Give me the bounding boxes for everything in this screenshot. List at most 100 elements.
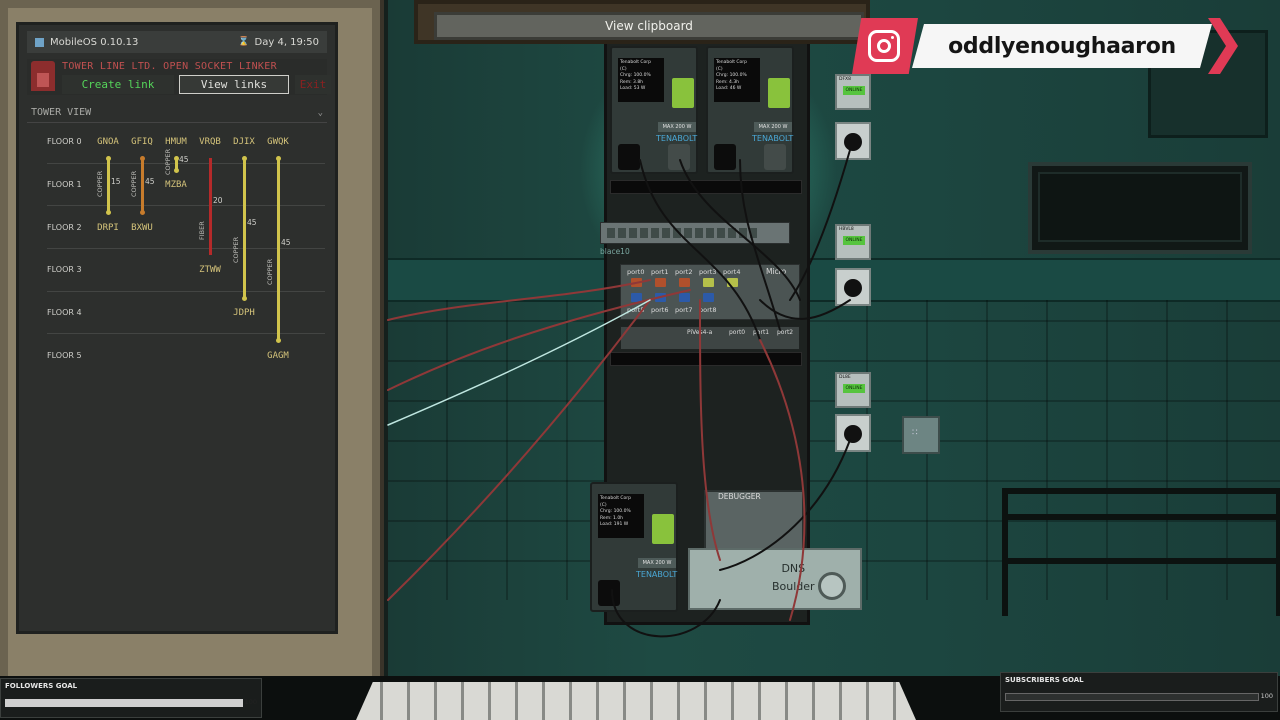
modem-port2-label: port2 [777, 329, 794, 336]
ups-c[interactable]: Tenabolt Corp (C) Chrg: 100.0% Rem: 1.0h… [590, 482, 678, 612]
floor-4-label: FLOOR 4 [47, 308, 82, 317]
link-vrqb-ztww[interactable] [209, 158, 212, 255]
create-link-button[interactable]: Create link [62, 75, 174, 94]
app-header: TOWER LINE LTD. OPEN SOCKET LINKER Creat… [27, 59, 331, 95]
node-djix[interactable]: DJIX [233, 137, 255, 147]
router-port3-label: port3 [699, 268, 717, 276]
wall-outlet-2[interactable] [835, 268, 871, 306]
floor-2-label: FLOOR 2 [47, 223, 82, 232]
workbench[interactable] [1002, 488, 1280, 616]
node-gagm[interactable]: GAGM [267, 351, 289, 361]
link-type-label: FIBER [198, 221, 206, 240]
subscribers-goal-title: SUBSCRIBERS GOAL [1005, 676, 1084, 684]
instagram-handle: oddlyenoughaaron [948, 33, 1176, 59]
router-port2[interactable] [679, 278, 690, 287]
hourglass-icon: ⌛ [238, 37, 250, 47]
node-mzba[interactable]: MZBA [165, 180, 187, 190]
switch-ports[interactable] [607, 228, 757, 238]
tower-view-header[interactable]: TOWER VIEW ⌄ [27, 103, 327, 123]
ups-b-outlet-2[interactable] [764, 144, 786, 170]
ups-a-outlet-1[interactable] [618, 144, 640, 170]
view-clipboard-button[interactable]: View clipboard [434, 12, 864, 40]
link-gwqk-gagm[interactable] [277, 158, 280, 340]
network-wall-plate[interactable]: ∷ [902, 416, 940, 454]
node-gnoa[interactable]: GNOA [97, 137, 119, 147]
ups-b[interactable]: Tenabolt Corp (C) Chrg: 100.0% Rem: 4.3h… [706, 46, 794, 174]
dns-label: DNS Boulder [772, 562, 815, 593]
router-port8[interactable] [703, 293, 714, 302]
modem-port0-label: port0 [729, 329, 746, 336]
node-vrqb[interactable]: VRQB [199, 137, 221, 147]
keyboard [356, 682, 916, 720]
ups-c-socket[interactable] [652, 514, 674, 544]
breaker-1-switch[interactable]: ONLINE [843, 86, 865, 95]
breaker-3-label: DL8E [839, 375, 851, 380]
network-switch[interactable] [600, 222, 790, 244]
router-port0-label: port0 [627, 268, 645, 276]
ups-a[interactable]: Tenabolt Corp (C) Chrg: 100.0% Rem: 3.8h… [610, 46, 698, 174]
breaker-3-switch[interactable]: ONLINE [843, 384, 865, 393]
subscribers-goal-bar [1005, 693, 1259, 701]
followers-goal-title: FOLLOWERS GOAL [5, 682, 78, 690]
ups-a-display: Tenabolt Corp (C) Chrg: 100.0% Rem: 3.8h… [618, 58, 664, 102]
link-length-label: 45 [179, 155, 189, 164]
router-port0[interactable] [631, 278, 642, 287]
node-drpi[interactable]: DRPI [97, 223, 119, 233]
router-brand: Micro [766, 267, 787, 276]
floor-5-label: FLOOR 5 [47, 351, 82, 360]
ups-a-socket[interactable] [672, 78, 694, 108]
node-ztww[interactable]: ZTWW [199, 265, 221, 275]
breaker-2-switch[interactable]: ONLINE [843, 236, 865, 245]
router-port1[interactable] [655, 278, 666, 287]
link-length-label: 20 [213, 196, 223, 205]
router-port8-label: port8 [699, 306, 717, 314]
breaker-1-label: DFX8 [839, 77, 851, 82]
node-bxwu[interactable]: BXWU [131, 223, 153, 233]
node-gfiq[interactable]: GFIQ [131, 137, 153, 147]
view-links-button[interactable]: View links [179, 75, 289, 94]
link-gfiq-bxwu[interactable] [141, 158, 144, 212]
ups-c-outlet-1[interactable] [598, 580, 620, 606]
exit-button[interactable]: Exit [295, 75, 331, 94]
tower-logo-icon [31, 61, 55, 91]
subscribers-goal-value: 100 [1260, 692, 1273, 700]
wall-outlet-1[interactable] [835, 122, 871, 160]
router-port3[interactable] [703, 278, 714, 287]
router-port4[interactable] [727, 278, 738, 287]
link-endpoint [140, 210, 145, 215]
floor-divider [47, 333, 325, 334]
link-type-label: COPPER [232, 236, 240, 263]
debugger-label: DEBUGGER [718, 492, 761, 501]
link-djix-jdph[interactable] [243, 158, 246, 298]
node-gwqk[interactable]: GWQK [267, 137, 289, 147]
router-port5[interactable] [631, 293, 642, 302]
ups-a-load: Load: 53 W [620, 86, 646, 91]
fan-icon [818, 572, 846, 600]
router-port6[interactable] [655, 293, 666, 302]
breaker-3[interactable]: DL8E ONLINE [835, 372, 871, 408]
ups-a-outlet-2[interactable] [668, 144, 690, 170]
link-endpoint [276, 156, 281, 161]
chevron-down-icon[interactable]: ⌄ [318, 108, 323, 118]
ups-c-brand: TENABOLT [636, 570, 678, 579]
breaker-1[interactable]: DFX8 ONLINE [835, 74, 871, 110]
os-name: MobileOS 0.10.13 [50, 36, 139, 48]
node-jdph[interactable]: JDPH [233, 308, 255, 318]
breaker-2[interactable]: HBVL8 ONLINE [835, 224, 871, 260]
link-length-label: 45 [247, 218, 257, 227]
node-hmum[interactable]: HMUM [165, 137, 187, 147]
ups-b-socket[interactable] [768, 78, 790, 108]
chevron-right-icon [1208, 18, 1238, 74]
link-gnoa-drpi[interactable] [107, 158, 110, 212]
breaker-2-label: HBVL8 [839, 227, 854, 232]
modem[interactable]: PiVes4-a port0 port1 port2 [620, 326, 800, 350]
followers-goal-bar [5, 699, 243, 707]
tower-diagram: FLOOR 0 FLOOR 1 FLOOR 2 FLOOR 3 FLOOR 4 … [19, 125, 335, 385]
instagram-badge [852, 18, 918, 74]
wall-outlet-3[interactable] [835, 414, 871, 452]
link-type-label: COPPER [96, 170, 104, 197]
router-port7[interactable] [679, 293, 690, 302]
os-logo-icon [35, 37, 44, 47]
ups-b-outlet-1[interactable] [714, 144, 736, 170]
floor-1-label: FLOOR 1 [47, 180, 82, 189]
